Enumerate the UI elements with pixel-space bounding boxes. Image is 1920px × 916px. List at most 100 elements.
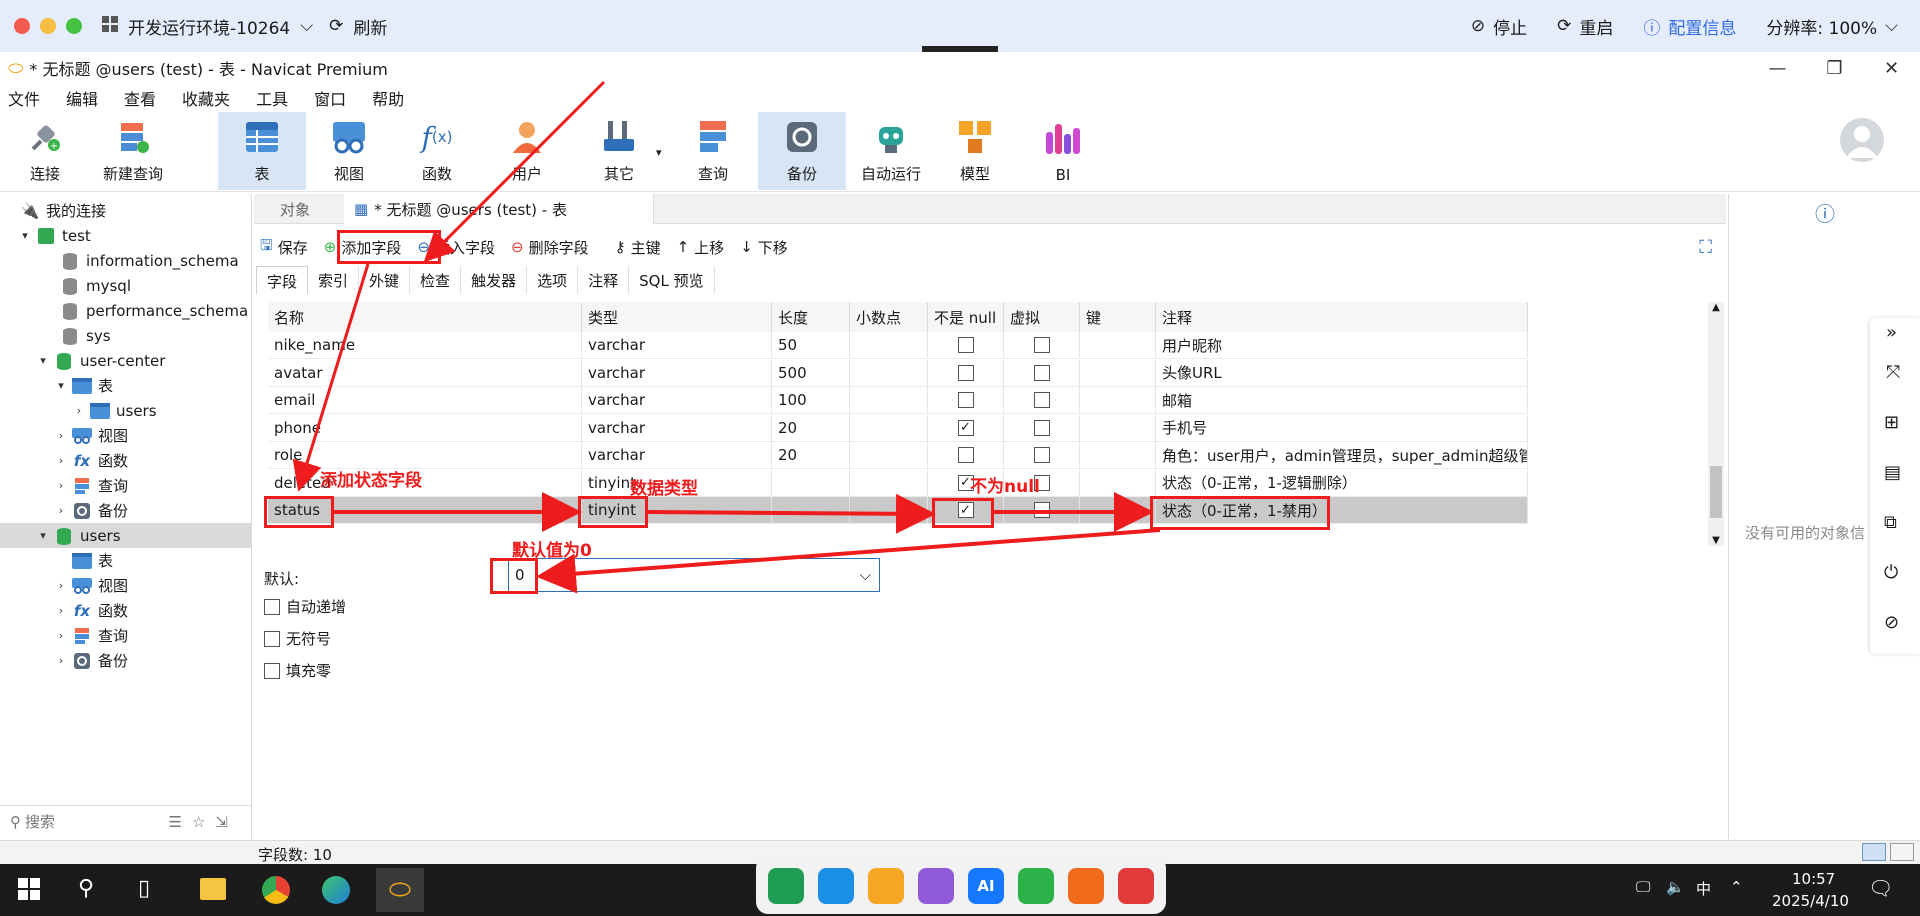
cell-key[interactable] bbox=[1080, 387, 1156, 414]
cell-not-null[interactable] bbox=[928, 387, 1004, 414]
cell-not-null[interactable] bbox=[928, 359, 1004, 387]
cell-comment[interactable]: 头像URL bbox=[1156, 359, 1528, 387]
minimize-icon[interactable]: — bbox=[1749, 58, 1806, 79]
checkbox-box[interactable] bbox=[1033, 337, 1050, 353]
tree-table-users[interactable]: › users bbox=[0, 398, 252, 423]
move-down-button[interactable]: ↓ 下移 bbox=[740, 237, 788, 258]
cell-length[interactable]: 20 bbox=[772, 442, 850, 469]
cell-length[interactable]: 20 bbox=[772, 414, 850, 442]
cell-decimal[interactable] bbox=[850, 469, 928, 497]
chevron-down-icon[interactable]: ⌵ bbox=[860, 566, 871, 584]
checkbox-box[interactable] bbox=[1033, 419, 1050, 436]
cell-comment[interactable]: 手机号 bbox=[1156, 414, 1528, 442]
edge-icon[interactable] bbox=[322, 876, 350, 904]
notification-icon[interactable]: 🗨 bbox=[1868, 876, 1893, 900]
chevron-right-icon[interactable]: › bbox=[72, 404, 86, 417]
scroll-up-icon[interactable]: ▲ bbox=[1708, 302, 1724, 316]
tree-group-queries[interactable]: › 查询 bbox=[0, 623, 252, 648]
toolbar-connect[interactable]: + 连接 bbox=[14, 112, 76, 190]
tab-triggers[interactable]: 触发器 bbox=[461, 266, 528, 294]
grid-scrollbar[interactable]: ▲ ▼ bbox=[1708, 302, 1724, 546]
col-header-type[interactable]: 类型 bbox=[582, 302, 772, 332]
cell-key[interactable] bbox=[1080, 442, 1156, 469]
chevron-right-icon[interactable]: › bbox=[54, 579, 68, 592]
col-header-length[interactable]: 长度 bbox=[772, 302, 850, 332]
clock-time[interactable]: 10:57 bbox=[1792, 870, 1835, 888]
cell-key[interactable] bbox=[1080, 497, 1156, 524]
clock-date[interactable]: 2025/4/10 bbox=[1772, 892, 1849, 910]
scroll-thumb[interactable] bbox=[1710, 466, 1722, 518]
cell-length[interactable]: 50 bbox=[772, 332, 850, 359]
chevron-down-icon[interactable]: ▾ bbox=[36, 354, 50, 367]
tree-group-queries[interactable]: › 查询 bbox=[0, 473, 252, 498]
cell-decimal[interactable] bbox=[850, 497, 928, 524]
menu-edit[interactable]: 编辑 bbox=[66, 86, 98, 110]
tray-expand-icon[interactable]: ⌃ bbox=[1730, 878, 1743, 896]
task-view-icon[interactable]: ▯ bbox=[138, 876, 150, 901]
tree-group-tables[interactable]: ▾ 表 bbox=[0, 373, 252, 398]
config-info-button[interactable]: ⓘ 配置信息 bbox=[1643, 14, 1736, 39]
checkbox-box[interactable] bbox=[1033, 364, 1050, 381]
close-icon[interactable]: ✕ bbox=[1863, 58, 1920, 79]
table-row[interactable]: email varchar 100 邮箱 bbox=[268, 387, 1528, 414]
tab-sql-preview[interactable]: SQL 预览 bbox=[629, 266, 715, 294]
cell-decimal[interactable] bbox=[850, 442, 928, 469]
refresh-label[interactable]: 刷新 bbox=[353, 14, 387, 39]
tab-table-editor[interactable]: ▦ * 无标题 @users (test) - 表 bbox=[344, 194, 654, 224]
toolbar-query[interactable]: 查询 bbox=[682, 112, 744, 190]
cell-not-null[interactable]: ✓ bbox=[928, 414, 1004, 442]
toolbar-bi[interactable]: BI bbox=[1032, 112, 1094, 190]
chevron-right-icon[interactable]: › bbox=[54, 454, 68, 467]
table-row[interactable]: nike_name varchar 50 用户昵称 bbox=[268, 332, 1528, 359]
dock-app-chat-icon[interactable] bbox=[1018, 868, 1054, 904]
cell-name[interactable]: role bbox=[268, 442, 582, 469]
menu-file[interactable]: 文件 bbox=[8, 86, 40, 110]
power-icon[interactable]: ⏻ bbox=[1884, 562, 1898, 583]
tree-db-information-schema[interactable]: information_schema bbox=[0, 248, 252, 273]
cell-virtual[interactable] bbox=[1004, 442, 1080, 469]
col-header-virtual[interactable]: 虚拟 bbox=[1004, 302, 1080, 332]
dock-app-power-icon[interactable] bbox=[1118, 868, 1154, 904]
table-row[interactable]: avatar varchar 500 头像URL bbox=[268, 359, 1528, 387]
cell-virtual[interactable] bbox=[1004, 359, 1080, 387]
chevron-down-icon[interactable]: ▾ bbox=[54, 379, 68, 392]
maximize-dot[interactable] bbox=[66, 18, 82, 34]
chevron-right-icon[interactable]: › bbox=[54, 654, 68, 667]
checkbox-box[interactable] bbox=[264, 630, 280, 647]
volume-icon[interactable]: 🔈 bbox=[1666, 878, 1685, 896]
col-header-decimal[interactable]: 小数点 bbox=[850, 302, 928, 332]
cell-comment[interactable]: 角色：user用户，admin管理员，super_admin超级管 bbox=[1156, 442, 1528, 469]
network-icon[interactable]: 🖵 bbox=[1636, 878, 1650, 896]
cell-length[interactable]: 100 bbox=[772, 387, 850, 414]
cell-comment[interactable]: 状态（0-正常，1-逻辑删除） bbox=[1156, 469, 1528, 497]
copy-icon[interactable]: ⧉ bbox=[1884, 512, 1897, 533]
primary-key-button[interactable]: ⚷ 主键 bbox=[615, 237, 661, 258]
col-header-key[interactable]: 键 bbox=[1080, 302, 1156, 332]
dock-app-sign-icon[interactable] bbox=[768, 868, 804, 904]
unsigned-checkbox[interactable]: 无符号 bbox=[264, 628, 331, 649]
col-header-name[interactable]: 名称 bbox=[268, 302, 582, 332]
cell-length[interactable] bbox=[772, 497, 850, 524]
scroll-down-icon[interactable]: ▼ bbox=[1708, 535, 1724, 546]
tree-group-views[interactable]: › 视图 bbox=[0, 573, 252, 598]
tab-fields[interactable]: 字段 bbox=[256, 266, 309, 294]
menu-favorites[interactable]: 收藏夹 bbox=[182, 86, 230, 110]
account-avatar[interactable] bbox=[1840, 118, 1884, 162]
nav-search-bar[interactable]: ⚲ 搜索 ☰ ☆ ⇲ bbox=[0, 805, 252, 837]
chevron-right-icon[interactable]: › bbox=[54, 479, 68, 492]
toolbar-other-dropdown[interactable]: ▾ bbox=[656, 146, 662, 159]
tree-db-performance-schema[interactable]: performance_schema bbox=[0, 298, 252, 323]
restore-icon[interactable]: ❐ bbox=[1806, 58, 1863, 79]
toolbar-table[interactable]: 表 bbox=[218, 112, 306, 190]
chevron-down-icon[interactable]: ⌵ bbox=[300, 16, 313, 36]
cell-not-null[interactable] bbox=[928, 442, 1004, 469]
tree-group-backups[interactable]: › 备份 bbox=[0, 498, 252, 523]
cell-decimal[interactable] bbox=[850, 387, 928, 414]
fit-screen-icon[interactable]: ⤧ bbox=[1886, 362, 1900, 383]
cell-key[interactable] bbox=[1080, 332, 1156, 359]
tree-group-functions[interactable]: › fx 函数 bbox=[0, 598, 252, 623]
cell-key[interactable] bbox=[1080, 469, 1156, 497]
table-row[interactable]: status tinyint ✓ 状态（0-正常，1-禁用） bbox=[268, 497, 1528, 524]
cell-key[interactable] bbox=[1080, 359, 1156, 387]
cell-virtual[interactable] bbox=[1004, 332, 1080, 359]
